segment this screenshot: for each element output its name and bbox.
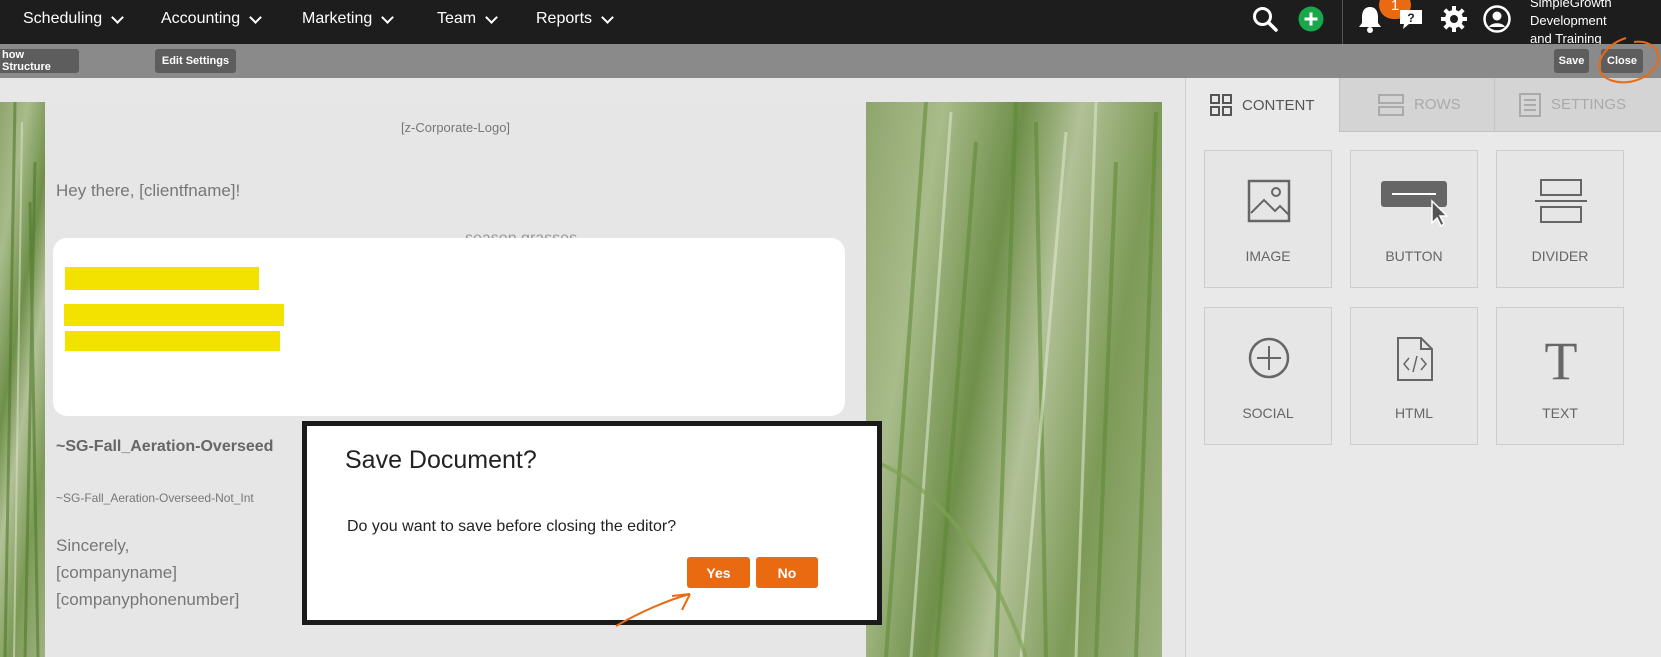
nav-reports[interactable]: Reports xyxy=(536,0,614,38)
yes-button[interactable]: Yes xyxy=(687,557,750,588)
tile-label: HTML xyxy=(1394,405,1434,421)
tab-content[interactable]: CONTENT xyxy=(1186,78,1339,132)
dialog-message: Do you want to save before closing the e… xyxy=(347,518,677,535)
gear-icon[interactable] xyxy=(1439,4,1469,34)
highlight-mark xyxy=(65,331,280,351)
user-avatar-icon[interactable] xyxy=(1482,4,1512,34)
tab-label: ROWS xyxy=(1414,96,1461,113)
divider-icon xyxy=(1535,179,1587,223)
highlight-mark xyxy=(65,267,259,290)
chevron-down-icon xyxy=(381,10,395,24)
nav-scheduling[interactable]: Scheduling xyxy=(23,0,125,38)
signature-line: [companyname] xyxy=(56,563,177,582)
close-button[interactable]: Close xyxy=(1601,49,1643,73)
nav-label: Scheduling xyxy=(23,10,103,27)
editor-toolbar: how Structure Edit Settings Save Close xyxy=(0,44,1661,78)
nav-divider xyxy=(1342,0,1343,44)
chevron-down-icon xyxy=(485,10,498,24)
top-navigation-bar: Scheduling Accounting Marketing Team Rep… xyxy=(0,0,1661,46)
logo-placeholder[interactable]: [z-Corporate-Logo] xyxy=(45,120,866,135)
signature-line: [companyphonenumber] xyxy=(56,590,240,609)
chevron-down-icon xyxy=(601,10,614,24)
help-chat-icon[interactable]: ? xyxy=(1396,4,1426,34)
tile-label: IMAGE xyxy=(1245,248,1291,264)
nav-marketing[interactable]: Marketing xyxy=(302,0,395,38)
merge-field-heading[interactable]: ~SG-Fall_Aeration-Overseed xyxy=(56,438,273,456)
content-panel: CONTENT ROWS SETTINGS IMAGE BUTTON DIVID… xyxy=(1185,78,1661,657)
signature-block[interactable]: Sincerely, [companyname] [companyphonenu… xyxy=(56,532,239,613)
edit-settings-button[interactable]: Edit Settings xyxy=(155,49,236,73)
account-name-line: SimpleGrowth xyxy=(1530,0,1612,10)
nav-accounting[interactable]: Accounting xyxy=(161,0,263,38)
tile-button[interactable]: BUTTON xyxy=(1350,150,1478,288)
search-icon[interactable] xyxy=(1250,4,1280,34)
highlight-mark xyxy=(64,304,284,326)
tab-label: SETTINGS xyxy=(1551,96,1627,113)
button-icon xyxy=(1381,181,1449,227)
tile-label: BUTTON xyxy=(1385,248,1443,264)
show-structure-button[interactable]: how Structure xyxy=(0,49,79,73)
redacted-block xyxy=(53,238,845,416)
no-button[interactable]: No xyxy=(756,557,818,588)
grid-icon xyxy=(1210,94,1232,116)
rows-icon xyxy=(1378,93,1404,116)
tile-label: TEXT xyxy=(1542,405,1578,421)
tab-rows[interactable]: ROWS xyxy=(1339,78,1494,132)
tile-social[interactable]: SOCIAL xyxy=(1204,307,1332,445)
add-icon[interactable] xyxy=(1296,4,1326,34)
nav-label: Reports xyxy=(536,10,593,27)
tab-label: CONTENT xyxy=(1242,96,1315,114)
plus-circle-icon xyxy=(1248,337,1290,379)
tile-label: SOCIAL xyxy=(1242,405,1294,421)
grass-background-right xyxy=(866,102,1162,657)
greeting-text[interactable]: Hey there, [clientfname]! xyxy=(56,181,240,201)
dialog-title: Save Document? xyxy=(345,446,537,474)
image-icon xyxy=(1247,179,1291,223)
merge-field-line[interactable]: ~SG-Fall_Aeration-Overseed-Not_Int xyxy=(56,491,254,505)
nav-label: Marketing xyxy=(302,10,373,27)
nav-team[interactable]: Team xyxy=(437,0,498,38)
settings-doc-icon xyxy=(1519,92,1541,117)
chevron-down-icon xyxy=(111,10,125,24)
tile-divider[interactable]: DIVIDER xyxy=(1496,150,1624,288)
tile-label: DIVIDER xyxy=(1531,248,1589,264)
account-name[interactable]: SimpleGrowth Development and Training xyxy=(1530,0,1612,48)
save-document-dialog: Save Document? Do you want to save befor… xyxy=(302,421,882,625)
nav-label: Accounting xyxy=(161,10,241,27)
svg-text:?: ? xyxy=(1407,11,1414,25)
code-file-icon xyxy=(1397,337,1433,381)
signature-line: Sincerely, xyxy=(56,536,130,555)
tile-text[interactable]: T TEXT xyxy=(1496,307,1624,445)
tab-settings[interactable]: SETTINGS xyxy=(1494,78,1661,132)
save-button[interactable]: Save xyxy=(1554,49,1589,73)
tile-image[interactable]: IMAGE xyxy=(1204,150,1332,288)
tile-html[interactable]: HTML xyxy=(1350,307,1478,445)
chevron-down-icon xyxy=(249,10,263,24)
grass-background-left xyxy=(0,102,45,657)
nav-label: Team xyxy=(437,10,477,27)
account-name-line: Development xyxy=(1530,13,1607,28)
svg-text:T: T xyxy=(1545,336,1578,382)
text-t-icon: T xyxy=(1545,336,1578,382)
